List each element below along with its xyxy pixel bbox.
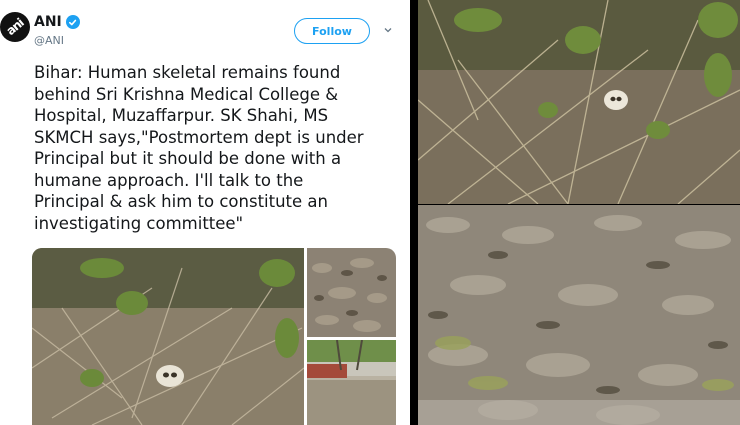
author-name-row: ANI: [34, 14, 80, 30]
tweet-text: Bihar: Human skeletal remains found behi…: [34, 63, 364, 233]
follow-button[interactable]: Follow: [294, 18, 370, 44]
avatar[interactable]: ani: [0, 12, 30, 42]
panel-divider: [410, 0, 418, 425]
ani-logo-icon: ani: [3, 15, 27, 39]
user-handle[interactable]: @ANI: [34, 34, 64, 47]
tweet-media-grid: [32, 248, 396, 425]
tweet-photo-top-right[interactable]: [307, 248, 396, 337]
tweet-photo-main[interactable]: [32, 248, 304, 425]
tweet-card: ani ANI @ANI Follow Bihar: Human skeleta…: [0, 0, 410, 425]
photo-skull-in-bushes: [418, 0, 740, 204]
tweet-photo-bottom-right[interactable]: [307, 340, 396, 425]
chevron-down-icon[interactable]: [384, 26, 392, 34]
verified-badge-icon: [65, 15, 80, 29]
photo-ground-leaves: [418, 205, 740, 425]
display-name[interactable]: ANI: [34, 14, 62, 30]
